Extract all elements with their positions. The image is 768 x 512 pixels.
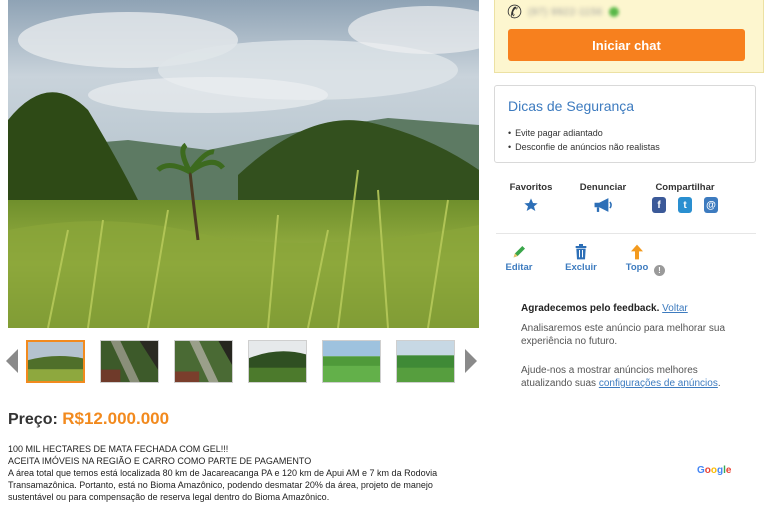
feedback-back-link[interactable]: Voltar [662,303,688,314]
feedback-message: Analisaremos este anúncio para melhorar … [521,323,725,347]
favorites-label: Favoritos [509,182,553,193]
prev-photo-arrow-icon[interactable] [6,349,18,373]
whatsapp-icon [608,7,619,17]
thumbnail-5[interactable] [322,340,381,383]
price-value: R$12.000.000 [62,409,170,428]
delete-label: Excluir [565,262,597,273]
price-label: Preço: [8,411,58,428]
safety-tips-title: Dicas de Segurança [508,98,635,114]
report-label: Denunciar [579,182,627,193]
edit-action[interactable]: Editar [504,244,534,273]
landscape-photo [8,0,479,328]
main-listing-photo[interactable] [8,0,479,328]
megaphone-icon[interactable] [593,197,613,213]
top-label: Topo [625,262,649,273]
twitter-icon[interactable]: t [678,197,692,213]
ad-feedback: Agradecemos pelo feedback. Voltar Analis… [521,302,741,390]
contact-box: ✆ (97) 9922-1156 Iniciar chat [494,0,764,73]
thumbnail-4[interactable] [248,340,307,383]
description-line: ACEITA IMÓVEIS NA REGIÃO E CARRO COMO PA… [8,456,312,466]
thumbnail-1[interactable] [26,340,85,383]
description-line: 100 MIL HECTARES DE MATA FECHADA COM GEL… [8,444,229,454]
safety-tip-item: Desconfie de anúncios não realistas [508,140,660,154]
divider [496,233,756,234]
thumbnail-3[interactable] [174,340,233,383]
phone-row[interactable]: ✆ (97) 9922-1156 [507,2,619,22]
safety-tip-item: Evite pagar adiantado [508,126,660,140]
ad-settings-link[interactable]: configurações de anúncios [599,378,718,389]
google-logo-letter: e [725,465,732,476]
pencil-icon [513,246,525,258]
facebook-icon[interactable]: f [652,197,666,213]
arrow-up-icon [631,244,643,260]
info-icon[interactable]: ! [654,265,665,276]
top-action[interactable]: Topo [622,244,652,273]
thumbnail-6[interactable] [396,340,455,383]
delete-action[interactable]: Excluir [564,244,598,273]
actions-row: Favoritos Denunciar Compartilhar f t @ [494,182,756,218]
share-action: Compartilhar f t @ [652,182,718,213]
at-icon[interactable]: @ [704,197,718,213]
start-chat-button[interactable]: Iniciar chat [508,29,745,61]
favorites-action[interactable]: Favoritos [508,182,554,213]
phone-number-masked[interactable]: (97) 9922-1156 [528,7,603,18]
google-logo: Google [697,465,731,476]
feedback-title: Agradecemos pelo feedback. [521,303,660,314]
description-paragraph: A área total que temos está localizada 8… [8,468,438,502]
report-action[interactable]: Denunciar [578,182,628,213]
owner-tools-row: Editar Excluir Topo ! [494,244,756,278]
google-logo-letter: G [697,465,705,476]
star-icon[interactable] [523,197,539,213]
listing-description: 100 MIL HECTARES DE MATA FECHADA COM GEL… [8,443,478,503]
feedback-help-text: Ajude-nos a mostrar anúncios melhores at… [521,364,741,390]
safety-tips-box: Dicas de Segurança Evite pagar adiantado… [494,85,756,163]
thumbnail-strip [6,339,480,385]
trash-icon [575,244,587,260]
share-label: Compartilhar [655,182,715,193]
price: Preço: R$12.000.000 [8,409,169,429]
next-photo-arrow-icon[interactable] [465,349,477,373]
phone-icon: ✆ [507,1,523,22]
safety-tips-list: Evite pagar adiantado Desconfie de anúnc… [508,126,660,154]
feedback-help-end: . [717,378,721,389]
edit-label: Editar [505,262,533,273]
thumbnail-2[interactable] [100,340,159,383]
